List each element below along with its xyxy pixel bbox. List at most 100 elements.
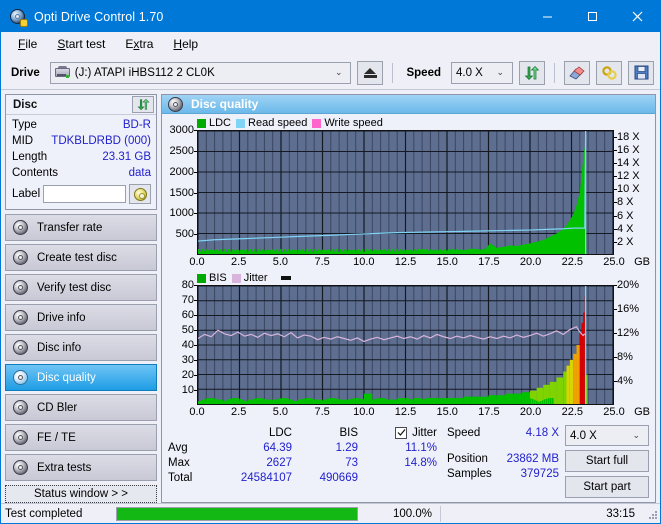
sidebar-item-extra-tests[interactable]: Extra tests — [5, 454, 157, 481]
axis-tick-label: 6 X — [614, 209, 634, 222]
disc-panel: Disc Type BD-R MID TDKBLDRBD (000) Lengt… — [5, 94, 157, 210]
stats-cell-ldc: 64.39 — [263, 441, 292, 454]
legend-label: LDC — [209, 117, 232, 129]
speed-select-value: 4.0 X — [456, 66, 483, 79]
sidebar-item-transfer-rate[interactable]: Transfer rate — [5, 214, 157, 241]
close-icon[interactable] — [615, 1, 660, 32]
status-window-button[interactable]: Status window > > — [5, 485, 157, 503]
axis-tick-label: 7.5 — [314, 256, 330, 268]
stats-row-avg: Avg 64.39 1.29 11.1% — [168, 440, 443, 455]
link-button[interactable] — [596, 60, 622, 85]
status-text: Test completed — [5, 507, 83, 520]
axis-tick-label: 17.5 — [478, 406, 500, 418]
menu-help[interactable]: Help — [164, 34, 207, 54]
sidebar-item-disc-quality[interactable]: Disc quality — [5, 364, 157, 391]
axis-tick-label: 8% — [614, 351, 633, 363]
jitter-checkbox[interactable] — [395, 426, 408, 439]
speed-select[interactable]: 4.0 X ⌄ — [451, 61, 513, 84]
menu-start-test[interactable]: Start test — [48, 34, 114, 54]
legend-marker-black — [280, 276, 291, 280]
sidebar-item-fe-te[interactable]: FE / TE — [5, 424, 157, 451]
stats-row-label: Avg — [168, 441, 188, 454]
start-full-button[interactable]: Start full — [565, 450, 649, 472]
toolbar-separator — [392, 62, 394, 83]
chevron-down-icon: ⌄ — [334, 67, 343, 77]
disc-refresh-button[interactable] — [132, 96, 154, 113]
elapsed-time: 33:15 — [606, 507, 635, 520]
axis-tick-label: 60 — [181, 309, 198, 321]
disc-label-apply-button[interactable] — [129, 184, 151, 204]
stats-table: LDC BIS Jitter Avg 64.39 1.29 11.1% Max … — [168, 425, 443, 498]
chart-bis-plot[interactable] — [197, 285, 614, 405]
sidebar-item-drive-info[interactable]: Drive info — [5, 304, 157, 331]
chart-bis-y-axis: 10 20 30 40 50 60 70 80 — [165, 279, 198, 405]
window-buttons — [525, 1, 660, 32]
chart-ldc-plotwrap: 500 1000 1500 2000 2500 3000 2 X4 X6 X8 X 10 X… — [165, 124, 652, 255]
eject-button[interactable] — [357, 60, 384, 85]
test-speed-select[interactable]: 4.0 X ⌄ — [565, 425, 649, 446]
sidebar-item-label: Extra tests — [37, 461, 92, 474]
disc-icon — [13, 370, 28, 385]
progress-bar-fill — [117, 507, 357, 520]
disc-row-value: TDKBLDRBD (000) — [51, 135, 151, 147]
progress-percent: 100.0% — [392, 507, 432, 520]
readout-value: 4.18 X — [525, 426, 559, 439]
save-button[interactable] — [628, 60, 654, 85]
disc-panel-title: Disc — [13, 98, 38, 111]
sidebar-item-create-test-disc[interactable]: Create test disc — [5, 244, 157, 271]
legend-swatch-bis — [197, 273, 206, 283]
axis-tick-label: 20.0 — [519, 256, 542, 268]
stats-row-max: Max 2627 73 14.8% — [168, 455, 443, 470]
axis-tick-label: 2.5 — [231, 256, 247, 268]
disc-icon — [13, 310, 28, 325]
stats-col-jitter: Jitter — [412, 426, 437, 439]
disc-row-type: Type BD-R — [12, 117, 151, 133]
sidebar-item-verify-test-disc[interactable]: Verify test disc — [5, 274, 157, 301]
disc-row-value: BD-R — [122, 119, 151, 131]
axis-tick-label: 10 X — [614, 183, 640, 196]
chevron-down-icon: ⌄ — [632, 430, 640, 440]
disc-row-value: data — [128, 167, 151, 179]
maximize-icon[interactable] — [570, 1, 615, 32]
disc-icon — [133, 187, 147, 201]
status-bar: Test completed 100.0% 33:15 — [1, 503, 660, 523]
disc-label-input[interactable] — [43, 185, 126, 203]
axis-tick-label: 7.5 — [314, 406, 330, 418]
menu-file[interactable]: FFileile — [9, 34, 46, 54]
disc-icon — [13, 460, 28, 475]
disc-row-mid: MID TDKBLDRBD (000) — [12, 133, 151, 149]
drive-select[interactable]: (J:) ATAPI iHBS112 2 CL0K ⌄ — [49, 61, 352, 84]
jitter-header: Jitter — [358, 426, 443, 439]
stats-row-label: Max — [168, 456, 190, 469]
menu-extra[interactable]: Extra — [116, 34, 162, 54]
stats-col-bis: BIS — [339, 426, 358, 439]
eraser-button[interactable] — [564, 60, 590, 85]
sidebar-item-disc-info[interactable]: Disc info — [5, 334, 157, 361]
toolbar: Drive (J:) ATAPI iHBS112 2 CL0K ⌄ Speed … — [1, 56, 660, 90]
chart-bis-legend: BIS Jitter — [165, 271, 652, 285]
stats-cell-bis: 1.29 — [335, 441, 358, 454]
axis-tick-label: 16 X — [614, 143, 640, 156]
stats-row-total: Total 24584107 490669 — [168, 470, 443, 485]
start-part-button[interactable]: Start part — [565, 476, 649, 498]
content-area: Disc Type BD-R MID TDKBLDRBD (000) Lengt… — [1, 90, 660, 503]
resize-grip[interactable] — [647, 509, 657, 519]
axis-tick-label: 22.5 — [561, 406, 584, 418]
disc-row-length: Length 23.31 GB — [12, 149, 151, 165]
refresh-button[interactable] — [519, 60, 545, 85]
chart-ldc-plot[interactable] — [197, 130, 614, 255]
axis-tick-label: 12% — [613, 327, 640, 339]
stats-cell-bis: 73 — [345, 456, 358, 469]
sidebar-item-cd-bler[interactable]: CD Bler — [5, 394, 157, 421]
minimize-icon[interactable] — [525, 1, 570, 32]
axis-tick-label: 10.0 — [353, 256, 375, 268]
disc-label-key: Label — [12, 188, 41, 200]
plot-ldc-canvas — [198, 131, 613, 254]
drive-label: Drive — [11, 66, 40, 79]
drive-icon — [54, 66, 70, 79]
chart-ldc-x-unit: GB — [634, 256, 650, 268]
disc-icon — [13, 430, 28, 445]
refresh-icon — [524, 65, 540, 80]
axis-tick-label: 16% — [613, 303, 640, 315]
axis-tick-label: 25.0 — [603, 406, 625, 418]
